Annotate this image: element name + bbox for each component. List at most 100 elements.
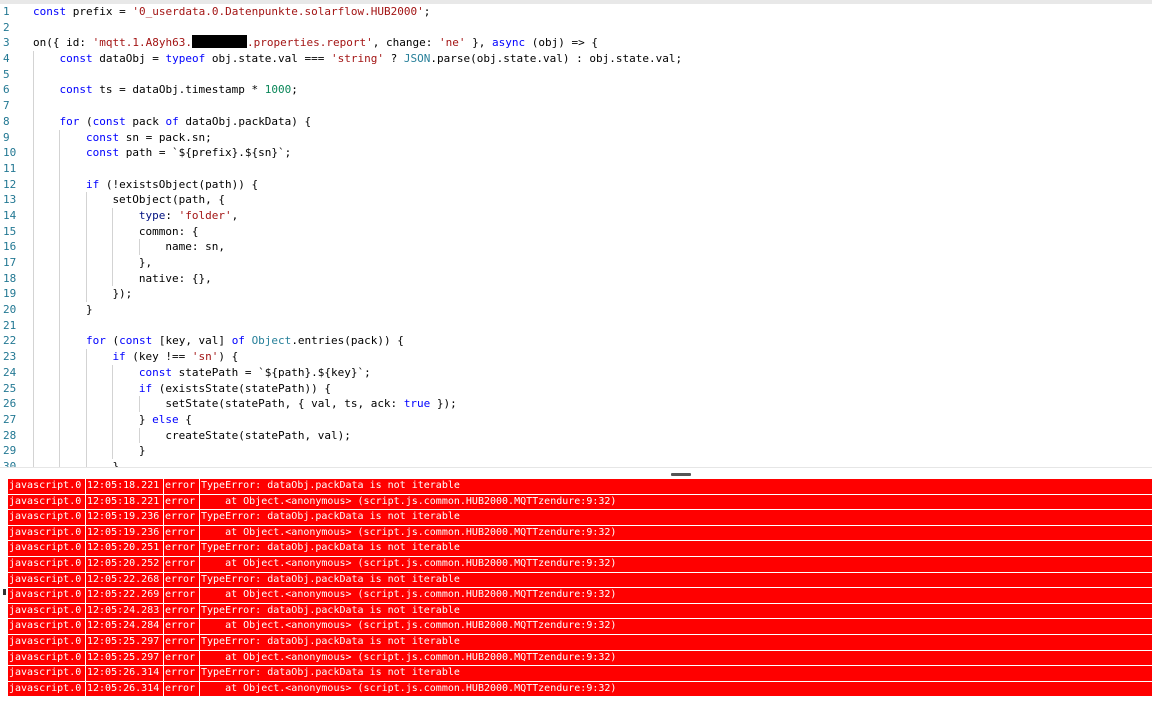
code-lines[interactable]: 1 const prefix = '0_userdata.0.Datenpunkt… [0,4,1152,467]
code-text: for (const pack of dataObj.packData) { [59,114,311,130]
indent-guide [33,380,34,397]
code-token: { [178,412,192,426]
code-token: 'ne' [439,36,466,50]
indent-guide [33,364,34,381]
code-line[interactable]: 11 [0,160,1152,177]
code-line[interactable]: 22 for (const [key, val] of Object.entrie… [0,333,1152,350]
indent-guide [112,239,114,255]
log-level: error [164,525,200,541]
code-token: if [112,350,126,364]
line-number: 15 [3,224,17,238]
code-line[interactable]: 23 if (key !== 'sn') { [0,349,1152,365]
indent-guide [85,255,87,271]
log-time: 12:05:18.221 [86,494,164,510]
indent-guide [33,145,34,161]
code-line[interactable]: 24 const statePath = `${path}.${key}`; [0,364,1152,381]
code-token: ts = dataObj.timestamp * [92,83,265,97]
code-token: const [119,334,153,348]
resize-handle-icon[interactable] [671,473,691,476]
line-number: 8 [3,114,10,128]
indent-guide [59,207,61,224]
code-token: native: {}, [138,271,212,285]
log-message: TypeError: dataObj.packData is not itera… [201,511,460,523]
indent-guide [33,51,34,67]
code-token: JSON [403,52,431,66]
code-line[interactable]: 12 if (!existsObject(path)) { [0,176,1152,193]
code-line[interactable]: 27} else { [0,411,1152,428]
code-token: type [138,208,166,222]
code-line[interactable]: 2 [0,20,1152,36]
code-line[interactable]: 9 const sn = pack.sn; [0,129,1152,146]
code-line[interactable]: 8 for (const pack of dataObj.packData) { [0,113,1152,130]
log-row[interactable]: javascript.0 12:05:19.236 error at Object.… [8,525,1152,542]
code-line[interactable]: 3 on({ id: 'mqtt.1.A8yh63. .properties.rep… [0,35,1152,51]
indent-guide [112,255,114,271]
code-line[interactable]: 4 const dataObj = typeof obj.state.val ==… [0,51,1152,67]
code-text: } [86,302,93,318]
log-row[interactable]: javascript.0 12:05:25.297 error at Object.… [8,650,1152,667]
code-text: common: { [139,224,199,240]
log-row[interactable]: javascript.0 12:05:18.221 error TypeError: … [8,479,1152,495]
code-line[interactable]: 17}, [0,255,1152,271]
line-number: 14 [3,208,17,222]
indent-guide [85,396,87,412]
code-line[interactable]: 10 const path = `${prefix}.${sn}`; [0,145,1152,161]
code-token: of [165,114,179,128]
log-row[interactable]: javascript.0 12:05:18.221 error at Object.… [8,494,1152,511]
code-token: const [59,52,93,66]
code-line[interactable]: 30} [0,458,1152,467]
indent-guide [85,192,87,208]
code-line[interactable]: 25 if (existsState(statePath)) { [0,380,1152,397]
code-text: } [112,459,119,467]
log-row[interactable]: javascript.0 12:05:26.314 error TypeError: … [8,666,1152,682]
code-line[interactable]: 1 const prefix = '0_userdata.0.Datenpunkt… [0,4,1152,20]
code-token: 1000 [264,83,292,97]
log-row[interactable]: javascript.0 12:05:20.252 error at Object.… [8,556,1152,573]
code-token: .parse(obj.state.val) : obj.state.val; [430,52,683,66]
code-line[interactable]: 14 type: 'folder', [0,207,1152,224]
code-line[interactable]: 28 createState(statePath, val); [0,427,1152,444]
code-token: } [85,303,93,317]
code-line[interactable]: 20} [0,302,1152,318]
code-editor[interactable]: 1 const prefix = '0_userdata.0.Datenpunkt… [0,0,1152,467]
code-line[interactable]: 19}); [0,286,1152,303]
code-line[interactable]: 15 common: { [0,223,1152,240]
log-level: error [164,619,200,634]
code-line[interactable]: 26 setState(statePath, { val, ts, ack: tr… [0,396,1152,412]
indent-guide [85,364,87,381]
code-token: } [138,412,153,426]
code-line[interactable]: 5 [0,66,1152,83]
code-line[interactable]: 18 native: {}, [0,270,1152,287]
indent-guide [112,270,114,287]
code-text: const statePath = `${path}.${key}`; [139,365,371,381]
log-level: error [164,572,200,588]
code-line[interactable]: 7 [0,98,1152,114]
code-token: name: sn, [165,240,225,254]
code-token: 'mqtt.1.A8yh63. [92,36,192,50]
log-row[interactable]: javascript.0 12:05:20.251 error TypeError: … [8,541,1152,557]
code-token: ( [105,334,120,348]
log-time: 12:05:24.284 [86,619,164,634]
code-line[interactable]: 29} [0,443,1152,459]
code-line[interactable]: 16 name: sn, [0,239,1152,255]
log-row[interactable]: javascript.0 12:05:25.297 error TypeError: … [8,634,1152,651]
log-time: 12:05:22.269 [86,588,164,603]
log-row[interactable]: javascript.0 12:05:22.268 error TypeError: … [8,572,1152,589]
indent-guide [33,160,34,177]
log-source: javascript.0 [8,541,86,556]
code-line[interactable]: 21 [0,317,1152,334]
code-token: async [492,36,526,50]
indent-guide [59,349,61,365]
log-row[interactable]: javascript.0 12:05:24.284 error at Object.… [8,619,1152,635]
log-row[interactable]: javascript.0 12:05:26.314 error at Object.… [8,681,1152,698]
code-text: for (const [key, val] of Object.entries(… [86,333,404,349]
code-line[interactable]: 13 setObject(path, { [0,192,1152,208]
log-panel[interactable]: javascript.0 12:05:18.221 error TypeError: … [0,479,1152,713]
code-line[interactable]: 6 const ts = dataObj.timestamp * 1000; [0,82,1152,99]
log-row[interactable]: javascript.0 12:05:19.236 error TypeError: … [8,510,1152,526]
log-level: error [164,603,200,619]
indent-guide [33,129,34,146]
code-text: on({ id: 'mqtt.1.A8yh63. .properties.repo… [33,35,598,51]
log-row[interactable]: javascript.0 12:05:24.283 error TypeError: … [8,603,1152,620]
log-row[interactable]: javascript.0 12:05:22.269 error at Object.… [8,588,1152,604]
